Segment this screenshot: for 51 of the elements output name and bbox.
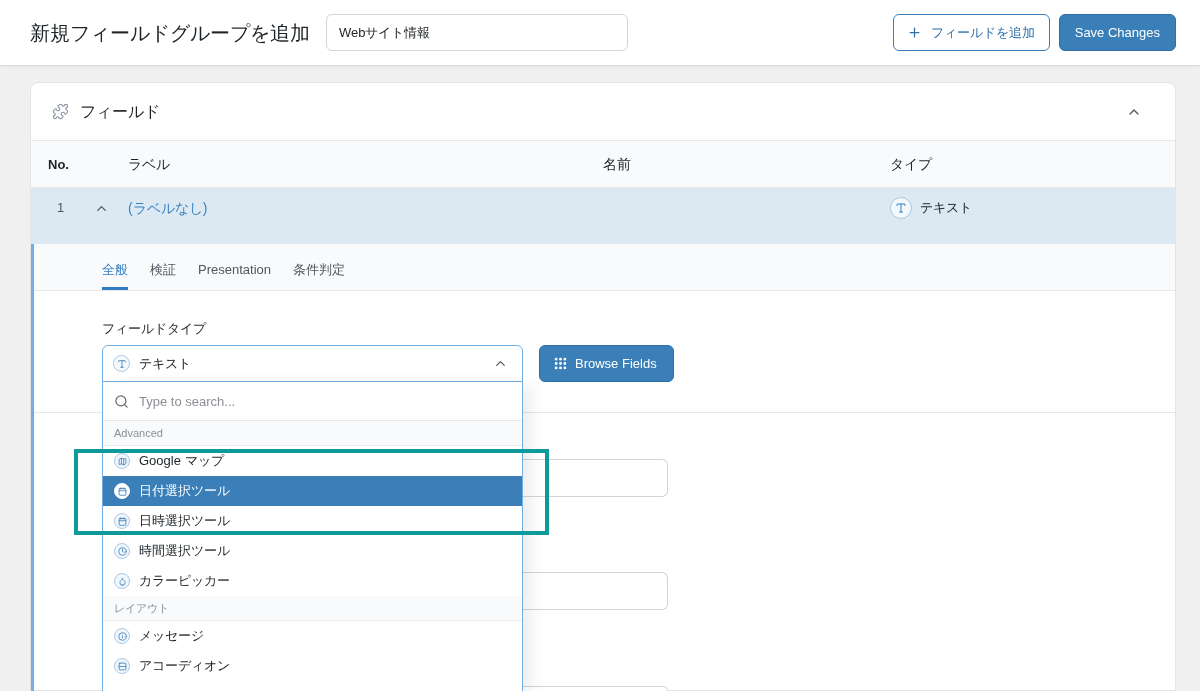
search-field[interactable]: Type to search... — [139, 390, 489, 412]
column-header: タイプ — [890, 155, 932, 172]
input-field[interactable] — [523, 572, 668, 610]
input-field[interactable] — [523, 686, 668, 691]
title-input[interactable]: Webサイト情報 — [326, 14, 628, 51]
map-icon — [114, 453, 130, 469]
column-header: No. — [48, 156, 69, 172]
group-heading: Advanced — [114, 425, 163, 441]
settings-tab[interactable]: 条件判定 — [293, 260, 345, 290]
select-value: テキスト — [139, 354, 191, 373]
settings-tab[interactable]: 全般 — [102, 260, 128, 290]
field-type-text: テキスト — [920, 199, 972, 218]
option-label: アコーディオン — [139, 658, 230, 674]
field-type-option[interactable]: カラーピッカー — [103, 566, 522, 596]
browse-fields-button[interactable]: Browse Fields — [539, 345, 674, 382]
calendar-icon — [114, 513, 130, 529]
field-row[interactable]: 1 (ラベルなし) テキスト — [31, 188, 1175, 244]
field-type-option[interactable]: アコーディオン — [103, 651, 522, 681]
option-label: メッセージ — [139, 628, 204, 644]
option-label: 日時選択ツール — [139, 513, 230, 529]
settings-tab[interactable]: Presentation — [198, 260, 271, 290]
settings-tab[interactable]: 検証 — [150, 260, 176, 290]
plus-icon — [906, 25, 922, 40]
rows-icon — [114, 658, 130, 674]
option-label: カラーピッカー — [139, 573, 230, 589]
page-title: 新規フィールドグループを追加 — [30, 20, 310, 46]
field-type-label: フィールドタイプ — [102, 320, 206, 338]
group-heading: レイアウト — [114, 600, 169, 616]
calendar-icon — [114, 483, 130, 499]
clock-icon — [114, 543, 130, 559]
info-icon — [114, 628, 130, 644]
column-header: 名前 — [603, 155, 631, 172]
save-changes-button[interactable]: Save Changes — [1058, 14, 1176, 51]
text-type-icon — [113, 355, 130, 372]
column-header: ラベル — [128, 155, 170, 172]
panel-title: フィールド — [80, 101, 160, 122]
puzzle-icon — [52, 103, 69, 120]
option-label: Google マップ — [139, 453, 224, 469]
field-type-select[interactable]: テキスト — [102, 345, 523, 382]
droplet-icon — [114, 573, 130, 589]
add-field-button[interactable]: フィールドを追加 — [892, 14, 1050, 51]
input-field[interactable] — [523, 459, 668, 497]
text-type-icon — [890, 197, 912, 219]
field-type-option[interactable]: 時間選択ツール — [103, 536, 522, 566]
grid-dots-icon — [553, 356, 568, 371]
search-icon — [114, 393, 129, 409]
option-label: 時間選択ツール — [139, 543, 230, 559]
field-type-option[interactable]: メッセージ — [103, 621, 522, 651]
option-label: 日付選択ツール — [139, 483, 230, 499]
field-type-option[interactable]: 日付選択ツール — [103, 476, 522, 506]
row-number: 1 — [56, 199, 66, 218]
